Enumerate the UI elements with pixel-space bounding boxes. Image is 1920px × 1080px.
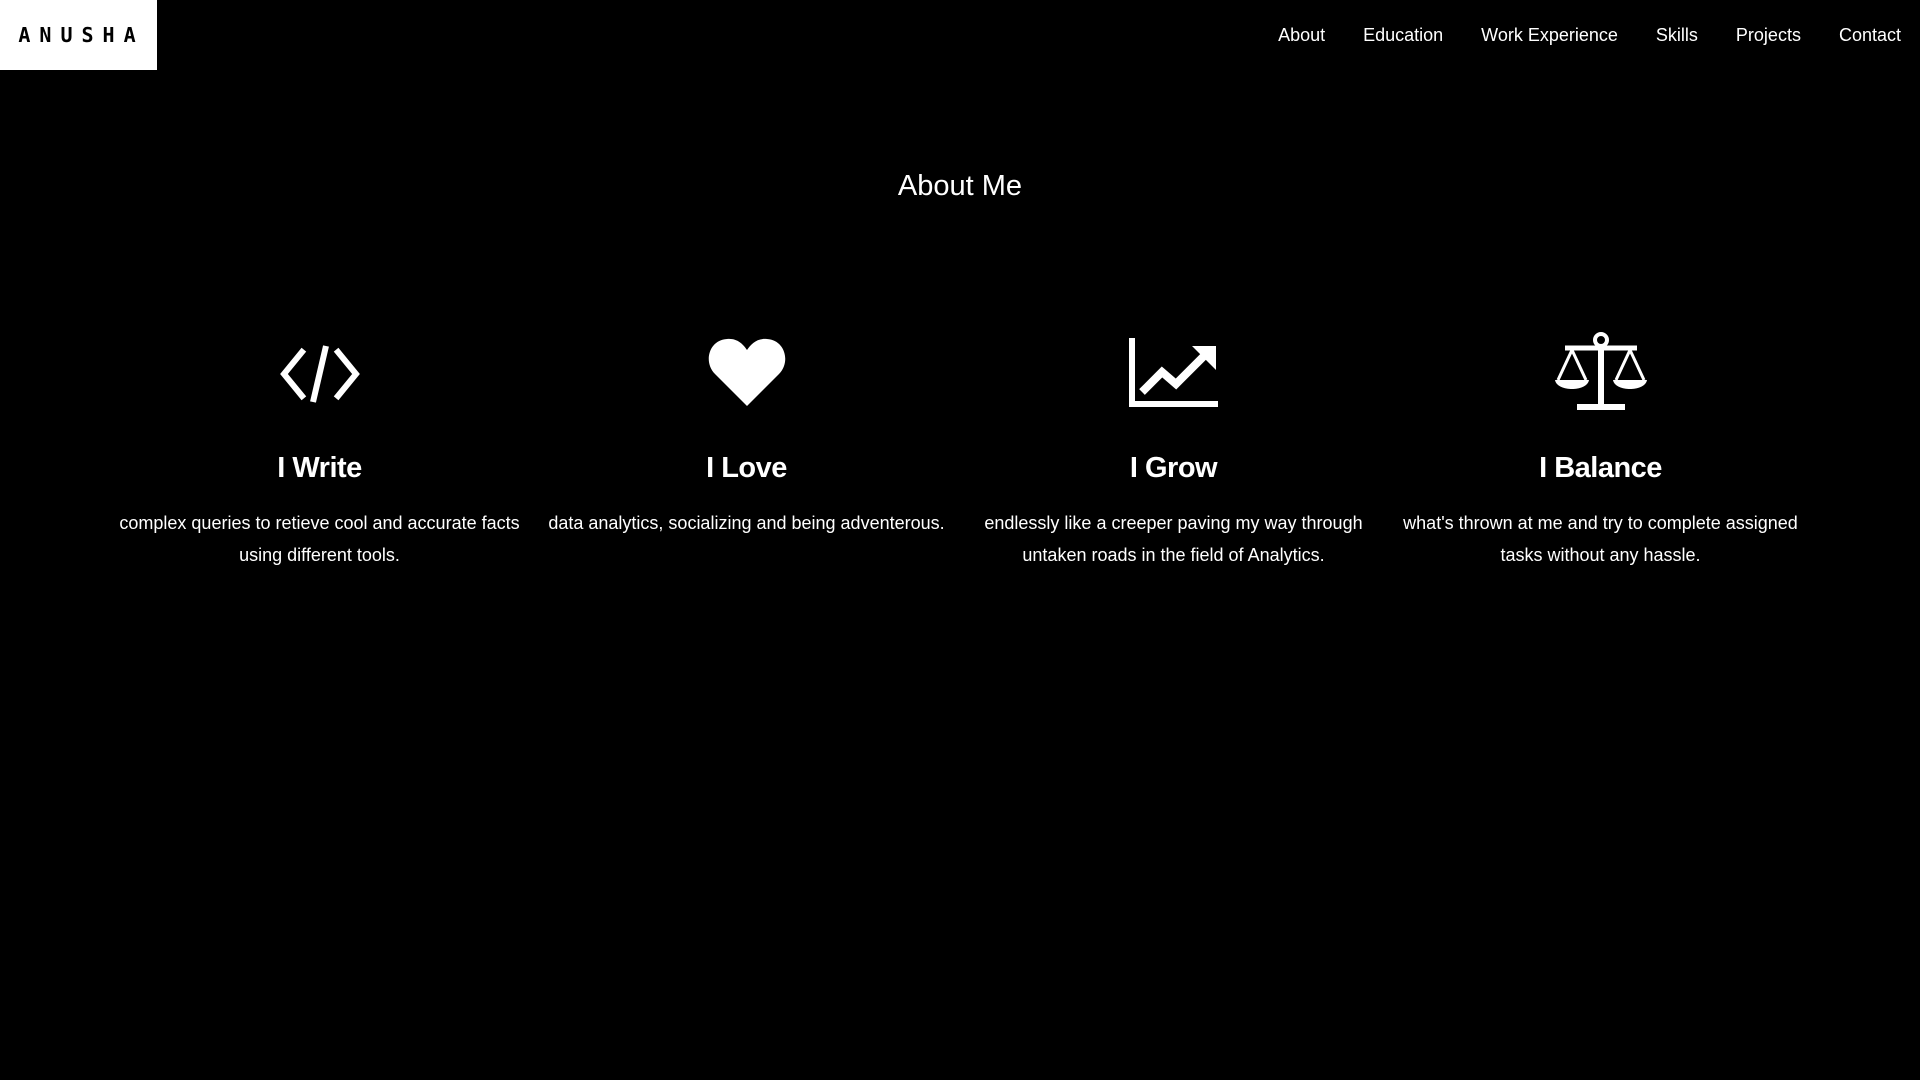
feature-grow: I Grow endlessly like a creeper paving m… <box>960 330 1387 571</box>
nav-link-work-experience[interactable]: Work Experience <box>1481 25 1618 46</box>
feature-write: I Write complex queries to retieve cool … <box>106 330 533 571</box>
line-chart-icon <box>1128 330 1220 414</box>
feature-love: I Love data analytics, socializing and b… <box>533 330 960 571</box>
site-logo[interactable]: ANUSHA <box>0 0 157 70</box>
logo-text: ANUSHA <box>18 23 145 47</box>
top-navbar: ANUSHA About Education Work Experience S… <box>0 0 1920 70</box>
code-icon <box>278 330 362 414</box>
nav-link-contact[interactable]: Contact <box>1839 25 1901 46</box>
feature-title: I Balance <box>1539 452 1662 484</box>
feature-title: I Love <box>706 452 787 484</box>
feature-title: I Write <box>277 452 362 484</box>
main-nav: About Education Work Experience Skills P… <box>1240 0 1901 70</box>
nav-link-about[interactable]: About <box>1278 25 1325 46</box>
about-features: I Write complex queries to retieve cool … <box>106 330 1814 571</box>
heart-icon <box>707 330 787 414</box>
nav-link-projects[interactable]: Projects <box>1736 25 1801 46</box>
feature-description: endlessly like a creeper paving my way t… <box>984 513 1363 565</box>
feature-description: what's thrown at me and try to complete … <box>1403 513 1798 565</box>
section-title: About Me <box>897 170 1023 202</box>
balance-scale-icon <box>1553 330 1649 414</box>
feature-description: complex queries to retieve cool and accu… <box>119 513 520 565</box>
nav-link-skills[interactable]: Skills <box>1656 25 1698 46</box>
feature-balance: I Balance what's thrown at me and try to… <box>1387 330 1814 571</box>
feature-description: data analytics, socializing and being ad… <box>548 513 945 533</box>
feature-title: I Grow <box>1129 452 1218 484</box>
nav-link-education[interactable]: Education <box>1363 25 1443 46</box>
